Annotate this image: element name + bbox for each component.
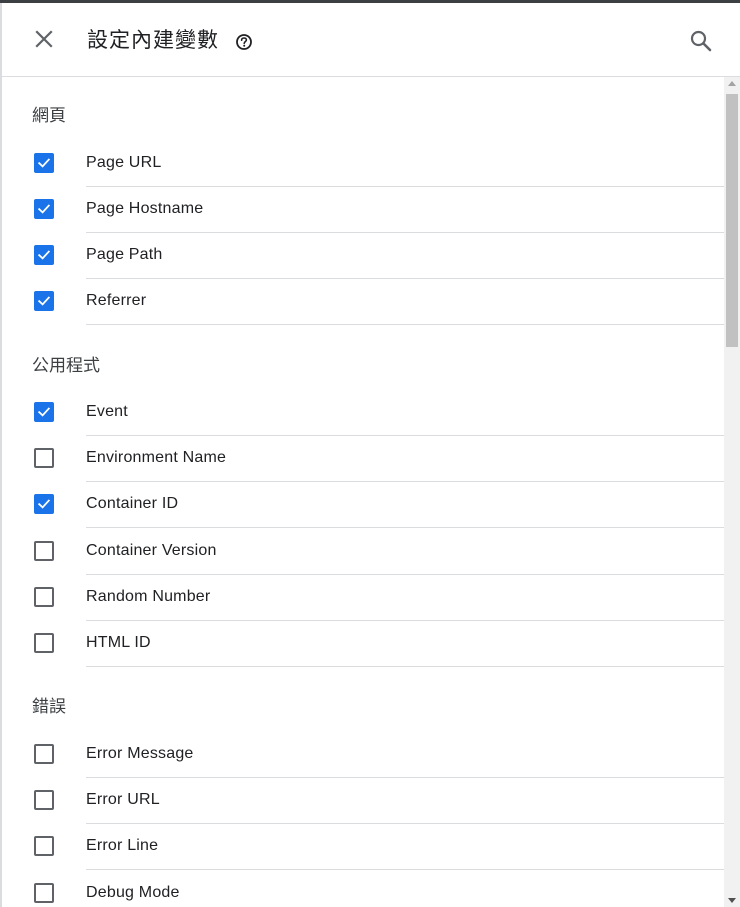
check-icon (37, 407, 51, 417)
variable-row[interactable]: Error URL (2, 778, 724, 824)
variable-label: Error URL (86, 791, 160, 808)
search-icon (690, 30, 712, 52)
variables-list: 網頁 Page URL Page Hostname Page Path Refe… (2, 77, 724, 907)
check-icon (37, 499, 51, 509)
variable-label: Error Message (86, 745, 194, 762)
variable-label: Error Line (86, 837, 159, 854)
variable-row[interactable]: Environment Name (2, 436, 724, 482)
variable-label: HTML ID (86, 634, 151, 651)
variable-label: Page Hostname (86, 200, 204, 217)
scroll-up-arrow-icon[interactable] (728, 81, 736, 86)
variable-row[interactable]: Error Message (2, 732, 724, 778)
variable-row[interactable]: Container Version (2, 529, 724, 575)
variable-row[interactable]: Container ID (2, 482, 724, 528)
close-icon (35, 30, 53, 48)
variable-row[interactable]: Page Path (2, 233, 724, 279)
dialog-header: 設定內建變數 (2, 3, 740, 77)
variable-label: Page URL (86, 154, 162, 171)
checkbox[interactable] (34, 790, 54, 810)
vertical-scrollbar[interactable] (724, 77, 740, 907)
checkbox[interactable] (34, 744, 54, 764)
divider (86, 869, 724, 870)
variable-label: Random Number (86, 588, 211, 605)
variable-label: Event (86, 403, 128, 420)
section-title-page: 網頁 (32, 106, 66, 126)
divider (86, 324, 724, 325)
checkbox[interactable] (34, 541, 54, 561)
checkbox[interactable] (34, 883, 54, 903)
variable-label: Container Version (86, 542, 217, 559)
section-title-utilities: 公用程式 (32, 356, 100, 376)
checkbox[interactable] (34, 633, 54, 653)
checkbox[interactable] (34, 199, 54, 219)
divider (86, 527, 724, 528)
variable-row[interactable]: Referrer (2, 279, 724, 325)
help-button[interactable] (235, 33, 253, 51)
variable-label: Referrer (86, 292, 147, 309)
search-button[interactable] (688, 28, 714, 54)
variable-row[interactable]: Debug Mode (2, 871, 724, 907)
check-icon (37, 204, 51, 214)
checkbox[interactable] (34, 494, 54, 514)
variable-label: Environment Name (86, 449, 227, 466)
checkbox[interactable] (34, 153, 54, 173)
help-circle-icon (236, 34, 252, 50)
checkbox[interactable] (34, 245, 54, 265)
checkbox[interactable] (34, 402, 54, 422)
variable-row[interactable]: Event (2, 390, 724, 436)
variable-row[interactable]: Page Hostname (2, 187, 724, 233)
checkbox[interactable] (34, 448, 54, 468)
scroll-down-arrow-icon[interactable] (728, 898, 736, 903)
section-title-errors: 錯誤 (32, 697, 66, 717)
checkbox[interactable] (34, 587, 54, 607)
variable-row[interactable]: Random Number (2, 575, 724, 621)
variable-row[interactable]: Page URL (2, 141, 724, 187)
dialog-title: 設定內建變數 (87, 28, 219, 52)
close-button[interactable] (30, 25, 58, 53)
variable-row[interactable]: Error Line (2, 824, 724, 870)
check-icon (37, 158, 51, 168)
check-icon (37, 250, 51, 260)
variable-row[interactable]: HTML ID (2, 621, 724, 667)
variable-label: Container ID (86, 495, 179, 512)
checkbox[interactable] (34, 836, 54, 856)
variable-label: Page Path (86, 246, 163, 263)
checkbox[interactable] (34, 291, 54, 311)
divider (86, 666, 724, 667)
check-icon (37, 296, 51, 306)
scroll-thumb[interactable] (726, 94, 738, 347)
variable-label: Debug Mode (86, 884, 180, 901)
